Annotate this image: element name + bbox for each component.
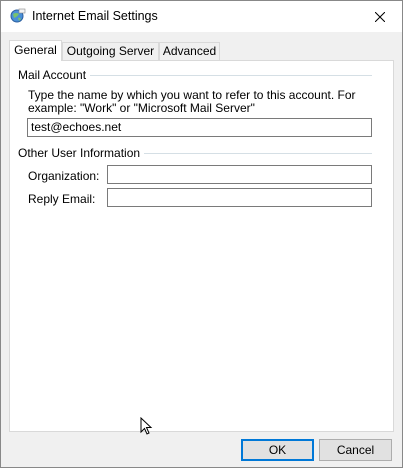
group-divider <box>142 153 372 154</box>
ok-button[interactable]: OK <box>241 439 314 461</box>
close-icon <box>375 11 385 22</box>
organization-input[interactable] <box>107 165 372 184</box>
mail-account-group-title: Mail Account <box>18 68 91 82</box>
group-divider <box>90 75 372 76</box>
internet-email-settings-dialog: Internet Email Settings General Outgoing… <box>0 0 403 468</box>
window-title: Internet Email Settings <box>32 9 158 23</box>
other-user-info-group-title: Other User Information <box>18 146 145 160</box>
reply-email-label: Reply Email: <box>28 192 96 206</box>
account-name-description: Type the name by which you want to refer… <box>28 88 356 115</box>
organization-label: Organization: <box>28 169 100 183</box>
account-name-input[interactable]: test@echoes.net <box>27 118 372 137</box>
title-bar: Internet Email Settings <box>1 1 402 32</box>
cancel-button[interactable]: Cancel <box>319 439 392 461</box>
tab-outgoing-server[interactable]: Outgoing Server <box>62 42 159 60</box>
globe-mail-icon <box>10 8 26 24</box>
tab-advanced[interactable]: Advanced <box>159 42 220 60</box>
close-button[interactable] <box>358 1 402 32</box>
tab-general[interactable]: General <box>9 40 62 61</box>
reply-email-input[interactable] <box>107 188 372 207</box>
general-tab-panel: Mail Account Type the name by which you … <box>9 60 394 432</box>
mouse-pointer-icon <box>140 416 154 437</box>
